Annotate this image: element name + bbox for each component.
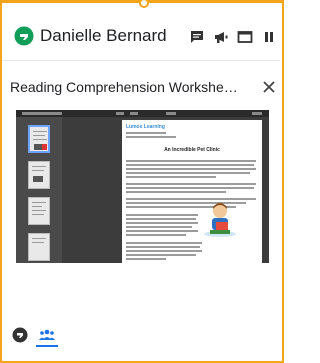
- page-thumbnail[interactable]: [28, 233, 50, 261]
- shared-tab-title: Reading Comprehension Worksheet and ...: [10, 79, 242, 95]
- text-line: [126, 132, 166, 134]
- child-illustration-icon: [202, 200, 238, 238]
- user-name: Danielle Bernard: [40, 26, 167, 45]
- people-icon[interactable]: [38, 328, 56, 342]
- close-icon[interactable]: [262, 80, 276, 94]
- chat-icon[interactable]: [188, 28, 206, 46]
- document-heading: An Incredible Pet Clinic: [164, 147, 220, 153]
- megaphone-icon[interactable]: [212, 28, 230, 46]
- page-thumbnail[interactable]: [28, 161, 50, 189]
- viewer-toolbar: [16, 110, 269, 117]
- page-thumbnail[interactable]: [28, 125, 50, 153]
- document-brand: Lumos Learning: [126, 124, 165, 130]
- header-divider: [2, 60, 280, 61]
- hangouts-logo-icon: [14, 26, 34, 46]
- pause-icon[interactable]: [260, 28, 278, 46]
- document-page: Lumos Learning An Incredible Pet Clinic: [122, 120, 262, 263]
- session-header: Danielle Bernard: [2, 22, 280, 52]
- page-thumbnails: [16, 117, 62, 263]
- shared-screen-preview[interactable]: Lumos Learning An Incredible Pet Clinic: [16, 110, 269, 263]
- active-tab-indicator: [36, 345, 58, 347]
- hangouts-logo-icon[interactable]: [12, 327, 28, 343]
- window-icon[interactable]: [236, 28, 254, 46]
- text-line: [126, 136, 176, 138]
- page-thumbnail[interactable]: [28, 197, 50, 225]
- panel-top-border: [0, 0, 284, 8]
